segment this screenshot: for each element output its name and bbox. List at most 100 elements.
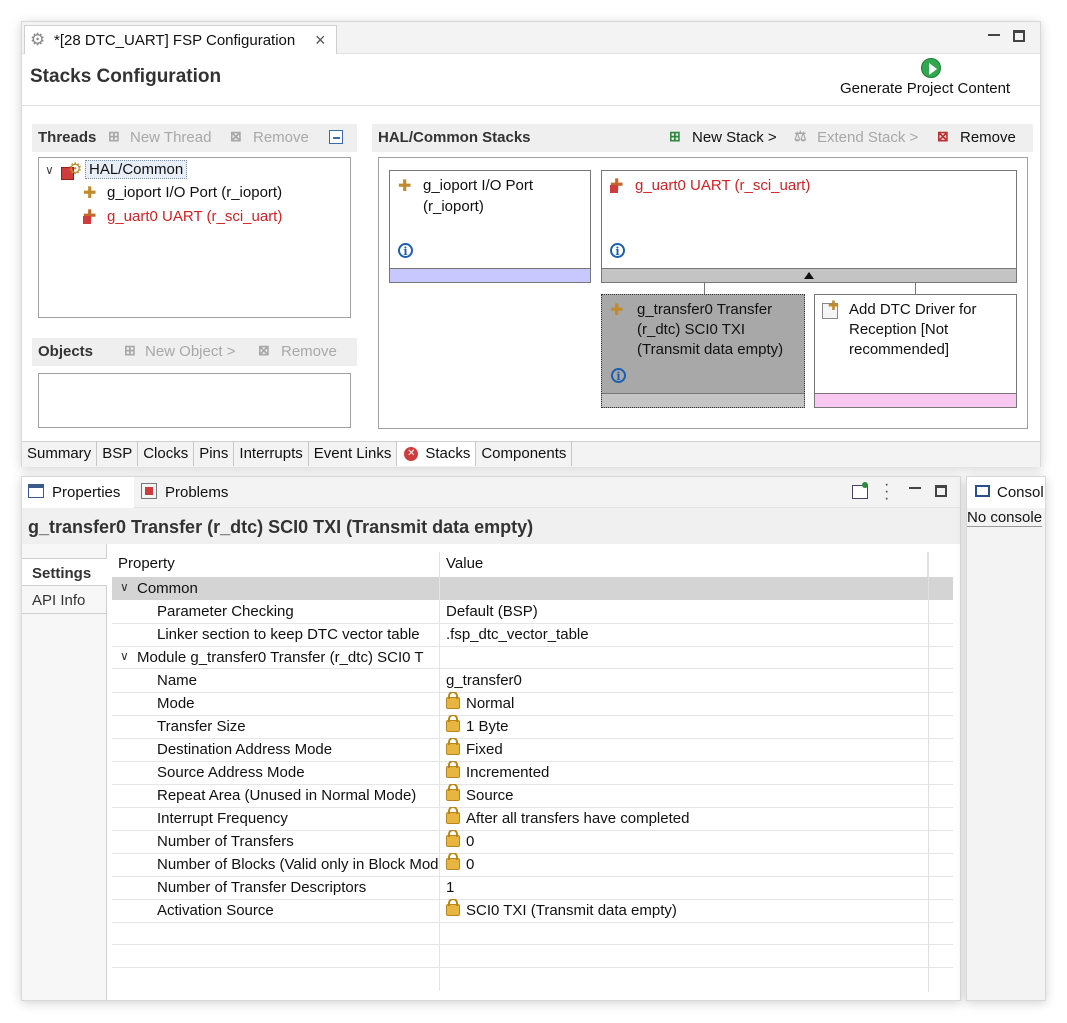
group-row-common[interactable]: ∨ Common xyxy=(112,577,953,600)
table-row[interactable]: Destination Address Mode Fixed xyxy=(112,738,953,762)
group-row-module[interactable]: ∨ Module g_transfer0 Transfer (r_dtc) SC… xyxy=(112,646,953,669)
property-value[interactable]: 1 xyxy=(446,876,926,899)
tree-item-uart[interactable]: g_uart0 UART (r_sci_uart) xyxy=(107,208,282,225)
table-row[interactable]: Interrupt Frequency After all transfers h… xyxy=(112,807,953,831)
remove-thread-button[interactable]: Remove xyxy=(253,129,309,146)
table-row[interactable]: Repeat Area (Unused in Normal Mode) Sourc… xyxy=(112,784,953,808)
extend-stack-button[interactable]: Extend Stack > xyxy=(817,129,918,146)
remove-stack-button[interactable]: Remove xyxy=(960,129,1016,146)
console-empty-text: No console xyxy=(967,509,1043,527)
tab-event-links[interactable]: Event Links xyxy=(309,442,398,466)
tab-api-info[interactable]: API Info xyxy=(22,586,107,614)
dtc-block-line2: Reception [Not xyxy=(849,321,949,338)
property-value[interactable]: .fsp_dtc_vector_table xyxy=(446,623,926,646)
module-error-icon: ✚ xyxy=(610,177,626,194)
play-icon[interactable] xyxy=(921,58,941,78)
property-value[interactable]: 0 xyxy=(446,830,926,853)
property-value[interactable]: Default (BSP) xyxy=(446,600,926,623)
tab-components[interactable]: Components xyxy=(476,442,573,466)
property-value[interactable]: Incremented xyxy=(446,761,926,784)
new-stack-button[interactable]: New Stack > xyxy=(692,129,777,146)
remove-stack-icon: ⊠ xyxy=(937,128,949,144)
property-value[interactable]: Normal xyxy=(446,692,926,715)
property-value[interactable]: Source xyxy=(446,784,926,807)
new-object-button[interactable]: New Object > xyxy=(145,343,235,360)
table-row[interactable]: Linker section to keep DTC vector table.… xyxy=(112,623,953,647)
tab-api-info-label: API Info xyxy=(32,592,86,609)
column-divider xyxy=(439,715,440,738)
lock-icon xyxy=(446,715,460,733)
table-row[interactable]: Parameter Checking Default (BSP) xyxy=(112,600,953,624)
tab-stacks[interactable]: ✕ Stacks xyxy=(397,442,477,466)
property-name: Linker section to keep DTC vector table xyxy=(157,626,420,643)
tab-bsp[interactable]: BSP xyxy=(97,442,139,466)
new-thread-button[interactable]: New Thread xyxy=(130,129,211,146)
col-property-header[interactable]: Property xyxy=(118,555,175,572)
stack-block-ioport[interactable]: ✚ g_ioport I/O Port (r_ioport) i xyxy=(389,170,591,283)
tab-settings-label: Settings xyxy=(32,565,92,582)
tab-clocks[interactable]: Clocks xyxy=(138,442,195,466)
table-row[interactable]: Source Address Mode Incremented xyxy=(112,761,953,785)
close-icon[interactable]: × xyxy=(315,30,326,51)
stack-block-transfer[interactable]: ✚ g_transfer0 Transfer (r_dtc) SCI0 TXI … xyxy=(601,294,805,408)
value-column-right-edge xyxy=(928,552,929,992)
tab-properties[interactable]: Properties xyxy=(22,477,134,508)
property-value-text: 1 Byte xyxy=(466,718,509,735)
chevron-down-icon[interactable]: ∨ xyxy=(120,580,129,594)
table-row[interactable]: Number of Blocks (Valid only in Block Mo… xyxy=(112,853,953,877)
column-divider xyxy=(439,899,440,922)
tab-pins[interactable]: Pins xyxy=(194,442,235,466)
editor-tab[interactable]: ⚙ *[28 DTC_UART] FSP Configuration × xyxy=(24,25,337,54)
expand-up-icon[interactable] xyxy=(804,272,814,279)
tab-problems[interactable]: Problems xyxy=(165,484,228,501)
generate-project-content-button[interactable]: Generate Project Content xyxy=(840,80,1010,97)
info-icon[interactable]: i xyxy=(398,243,413,258)
property-value[interactable]: g_transfer0 xyxy=(446,669,926,692)
stack-block-add-dtc[interactable]: ✚ Add DTC Driver for Reception [Not reco… xyxy=(814,294,1017,408)
view-menu-icon[interactable]: · · · xyxy=(884,477,889,507)
col-value-header[interactable]: Value xyxy=(446,555,483,572)
minimize-icon[interactable] xyxy=(988,28,1000,36)
table-row[interactable]: Transfer Size 1 Byte xyxy=(112,715,953,739)
property-name: Name xyxy=(157,672,198,689)
maximize-icon[interactable] xyxy=(935,485,947,497)
table-row[interactable]: Activation Source SCI0 TXI (Transmit data… xyxy=(112,899,953,923)
minimize-icon[interactable] xyxy=(909,483,921,489)
column-divider xyxy=(439,761,440,784)
tree-item-ioport[interactable]: g_ioport I/O Port (r_ioport) xyxy=(107,184,282,201)
tab-console-label: Consol xyxy=(997,484,1044,501)
pin-view-icon[interactable] xyxy=(852,482,868,499)
tree-item-hal-common[interactable]: HAL/Common xyxy=(85,160,188,179)
tab-console[interactable]: Consol xyxy=(967,477,1045,508)
properties-icon xyxy=(28,484,44,498)
remove-object-button[interactable]: Remove xyxy=(281,343,337,360)
property-value[interactable]: After all transfers have completed xyxy=(446,807,926,830)
chevron-down-icon[interactable]: ∨ xyxy=(120,649,129,663)
property-value[interactable]: 0 xyxy=(446,853,926,876)
property-value-text: SCI0 TXI (Transmit data empty) xyxy=(466,902,677,919)
collapse-all-icon[interactable] xyxy=(329,130,343,144)
side-tab-column: Settings API Info xyxy=(22,544,107,1000)
info-icon[interactable]: i xyxy=(611,368,626,383)
maximize-icon[interactable] xyxy=(1013,30,1025,42)
property-name: Parameter Checking xyxy=(157,603,294,620)
stack-block-uart[interactable]: ✚ g_uart0 UART (r_sci_uart) i xyxy=(601,170,1017,283)
column-divider xyxy=(439,669,440,692)
config-tab-bar: Summary BSP Clocks Pins Interrupts Event Link… xyxy=(22,441,1040,467)
table-row[interactable]: Number of Transfer Descriptors 1 xyxy=(112,876,953,900)
table-row[interactable]: Number of Transfers 0 xyxy=(112,830,953,854)
column-divider[interactable] xyxy=(439,552,440,577)
table-row[interactable]: Mode Normal xyxy=(112,692,953,716)
property-value[interactable]: 1 Byte xyxy=(446,715,926,738)
ioport-block-line1: g_ioport I/O Port xyxy=(423,177,534,194)
tab-interrupts[interactable]: Interrupts xyxy=(234,442,309,466)
property-value[interactable]: Fixed xyxy=(446,738,926,761)
tab-settings[interactable]: Settings xyxy=(22,558,107,586)
property-value[interactable]: SCI0 TXI (Transmit data empty) xyxy=(446,899,926,922)
chevron-down-icon[interactable]: ∨ xyxy=(45,163,54,177)
info-icon[interactable]: i xyxy=(610,243,625,258)
property-name: Destination Address Mode xyxy=(157,741,333,758)
column-divider xyxy=(439,738,440,761)
table-row[interactable]: Name g_transfer0 xyxy=(112,669,953,693)
tab-summary[interactable]: Summary xyxy=(22,442,98,466)
